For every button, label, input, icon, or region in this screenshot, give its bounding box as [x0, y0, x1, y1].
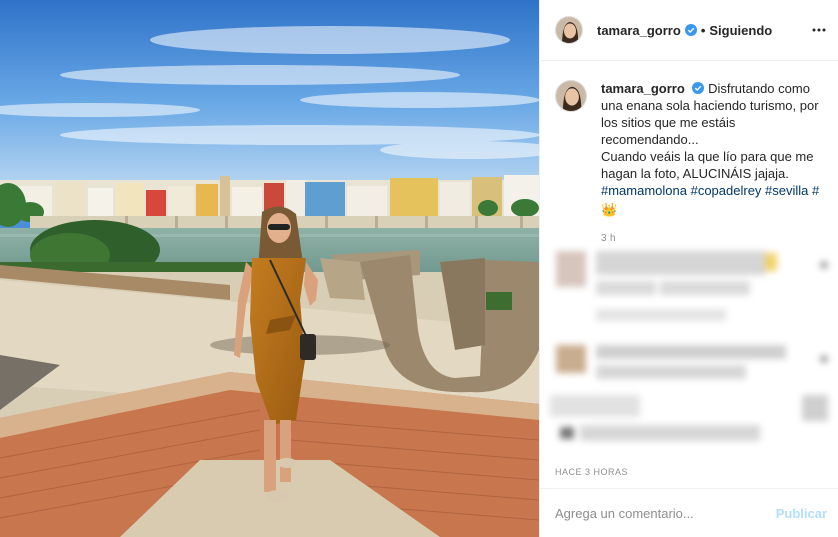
crown-emoji-icon: 👑	[601, 202, 618, 217]
blurred-comments	[540, 245, 838, 455]
publish-button[interactable]: Publicar	[776, 506, 827, 521]
caption-username[interactable]: tamara_gorro	[601, 81, 685, 96]
verified-badge-icon	[684, 24, 697, 36]
header-username[interactable]: tamara_gorro	[597, 23, 681, 38]
caption-avatar[interactable]	[555, 80, 587, 112]
comment-input[interactable]	[555, 505, 776, 521]
hashtags[interactable]: #mamamolona #copadelrey #sevilla #	[601, 183, 819, 198]
caption-text-2: Cuando veáis la que lío para que me haga…	[601, 149, 814, 181]
separator-dot: •	[700, 22, 706, 38]
post-header: tamara_gorro • Siguiendo	[540, 0, 838, 61]
comment-composer: Publicar	[540, 489, 838, 537]
caption-verified-badge-icon	[692, 82, 705, 94]
following-button[interactable]: Siguiendo	[709, 23, 772, 38]
post-caption: tamara_gorro Disfrutando como una enana …	[555, 80, 830, 247]
post-side-panel: tamara_gorro • Siguiendo tamara_gorro Di…	[539, 0, 838, 537]
avatar[interactable]	[555, 16, 583, 44]
post-photo[interactable]	[0, 0, 539, 537]
post-timestamp: HACE 3 HORAS	[555, 467, 629, 477]
more-options-icon[interactable]	[811, 22, 827, 38]
